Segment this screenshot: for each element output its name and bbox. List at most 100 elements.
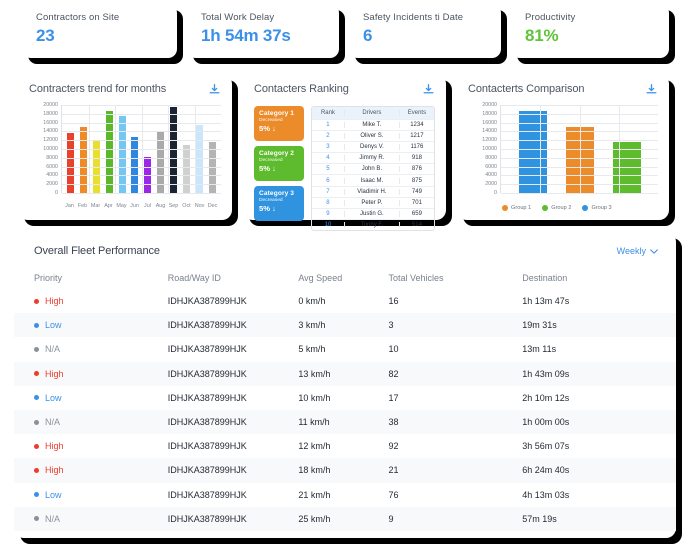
kpi-card-2: Safety Incidents ti Date 6: [349, 4, 501, 58]
table-row: 2 Oliver S. 1217: [312, 130, 434, 141]
y-axis-tick: 2000: [46, 181, 58, 188]
cell-destination: 6h 24m 40s: [522, 465, 570, 476]
cell-priority: High: [34, 465, 168, 475]
cell-destination: 1h 13m 47s: [522, 296, 570, 307]
cell-priority: High: [34, 369, 168, 379]
contractors-comparison-card: Contacterts Comparison 20000 18000 16000 14…: [457, 74, 669, 220]
y-axis-tick: 4000: [46, 172, 58, 179]
download-icon[interactable]: [645, 83, 658, 96]
cell-priority: N/A: [34, 344, 168, 354]
priority-dot: [34, 346, 39, 352]
column-header-events: Events: [407, 110, 427, 116]
priority-dot: [34, 516, 39, 522]
category-percent: 5% ↓: [259, 164, 276, 173]
y-axis-tick: 16000: [43, 119, 58, 126]
cell-road-id: IDHJKA387899HJK: [167, 344, 247, 355]
kpi-label: Productivity: [525, 12, 576, 23]
ranking-body: Category 1 Decreased 5% ↓ Category 2 Decreas…: [254, 106, 435, 231]
y-axis-tick: 16000: [482, 119, 497, 126]
kpi-card-0: Contractors on Site 23: [22, 4, 177, 58]
cell-rank: 6: [312, 177, 345, 184]
cell-road-id: IDHJKA387899HJK: [167, 489, 247, 500]
x-axis: Jan Feb Mar Apr May Jun Jul Aug Sep Oct Nov Dec: [61, 200, 221, 209]
y-axis-tick: 12000: [482, 137, 497, 144]
cell-total-vehicles: 76: [388, 489, 399, 500]
cell-rank: 10: [312, 221, 345, 228]
cell-rank: 7: [312, 188, 345, 195]
y-axis: 20000 18000 16000 14000 12000 10000 8000 6000 40…: [29, 102, 61, 196]
cell-driver: Isaac M.: [345, 177, 400, 184]
fleet-table-body: High IDHJKA387899HJK 0 km/h 16 1h 13m 47s Low…: [14, 289, 676, 531]
priority-label: High: [45, 441, 64, 452]
x-axis-tick: Nov: [194, 203, 205, 209]
cell-priority: N/A: [34, 417, 168, 427]
y-axis-tick: 10000: [482, 146, 497, 152]
table-row: High IDHJKA387899HJK 0 km/h 16 1h 13m 47s: [14, 289, 676, 313]
range-dropdown[interactable]: Weekly: [617, 246, 658, 256]
category-name: Category 1: [259, 110, 295, 117]
category-name: Category 2: [259, 150, 295, 157]
cell-avg-speed: 21 km/h: [298, 489, 331, 500]
y-axis-tick: 20000: [43, 102, 58, 108]
card-title: Contacterts Comparison: [468, 83, 585, 95]
fleet-header: Overall Fleet Performance Weekly: [14, 243, 676, 259]
y-axis-tick: 6000: [46, 163, 58, 170]
priority-dot: [34, 467, 39, 473]
cell-total-vehicles: 9: [388, 513, 394, 524]
cell-rank: 8: [312, 199, 345, 206]
cell-events: 1234: [410, 122, 424, 129]
cell-driver: John B.: [345, 166, 400, 173]
cell-destination: 57m 19s: [522, 513, 557, 524]
column-header-road-id: Road/Way ID: [167, 273, 221, 283]
cell-events: 1176: [410, 144, 424, 151]
gridline-vertical: [579, 105, 581, 193]
table-row: 6 Isaac M. 875: [312, 174, 434, 185]
cell-total-vehicles: 3: [388, 320, 394, 331]
card-header: Contracters trend for months: [29, 83, 221, 99]
fleet-table: Priority Road/Way ID Avg Speed Total Veh…: [14, 267, 676, 531]
priority-label: Low: [45, 489, 62, 500]
gridline-vertical: [115, 105, 116, 193]
cell-road-id: IDHJKA387899HJK: [167, 417, 247, 428]
category-name: Category 3: [259, 190, 295, 197]
priority-dot: [34, 419, 39, 425]
y-axis-tick: 8000: [485, 154, 497, 161]
cell-driver: Oliver S.: [345, 133, 400, 140]
category-trend-label: Decreased: [259, 158, 283, 163]
cell-rank: 4: [312, 155, 345, 162]
cell-avg-speed: 11 km/h: [298, 417, 330, 428]
priority-label: High: [45, 368, 64, 379]
cell-total-vehicles: 21: [388, 465, 399, 476]
category-badge-3[interactable]: Category 3 Decreased 5% ↓: [254, 186, 304, 221]
legend-color-dot: [502, 205, 508, 211]
priority-dot: [34, 371, 39, 377]
cell-driver: Denys V.: [345, 144, 400, 151]
gridline-vertical: [618, 105, 620, 193]
priority-dot: [34, 322, 39, 328]
cell-destination: 19m 31s: [522, 320, 557, 331]
kpi-value: 81%: [525, 26, 559, 45]
column-header-destination: Destination: [522, 273, 568, 283]
fleet-performance-card: Overall Fleet Performance Weekly Priorit…: [14, 232, 676, 538]
bar-May: [118, 116, 126, 193]
cell-driver: Mike T.: [345, 122, 400, 129]
y-axis-tick: 0: [494, 190, 497, 196]
cell-avg-speed: 3 km/h: [298, 320, 326, 331]
download-icon[interactable]: [422, 83, 435, 96]
y-axis: 20000 18000 16000 14000 12000 10000 8000 6000 40…: [468, 102, 500, 196]
cell-road-id: IDHJKA387899HJK: [167, 392, 247, 403]
y-axis-tick: 18000: [482, 110, 497, 117]
cell-events: 701: [411, 199, 422, 206]
cell-total-vehicles: 17: [388, 392, 399, 403]
category-trend-label: Decreased: [259, 198, 283, 203]
gridline-vertical: [88, 105, 90, 193]
x-axis-tick: Dec: [207, 203, 218, 209]
trend-plot-area: 20000 18000 16000 14000 12000 10000 8000 6000 40…: [29, 102, 221, 200]
download-icon[interactable]: [208, 83, 221, 96]
x-axis-tick: Sep: [168, 203, 179, 209]
range-label: Weekly: [616, 246, 646, 256]
legend-label: Group 3: [591, 205, 612, 211]
category-badge-1[interactable]: Category 1 Decreased 5% ↓: [254, 106, 304, 141]
cell-priority: N/A: [34, 514, 168, 524]
category-badge-2[interactable]: Category 2 Decreased 5% ↓: [254, 146, 304, 181]
